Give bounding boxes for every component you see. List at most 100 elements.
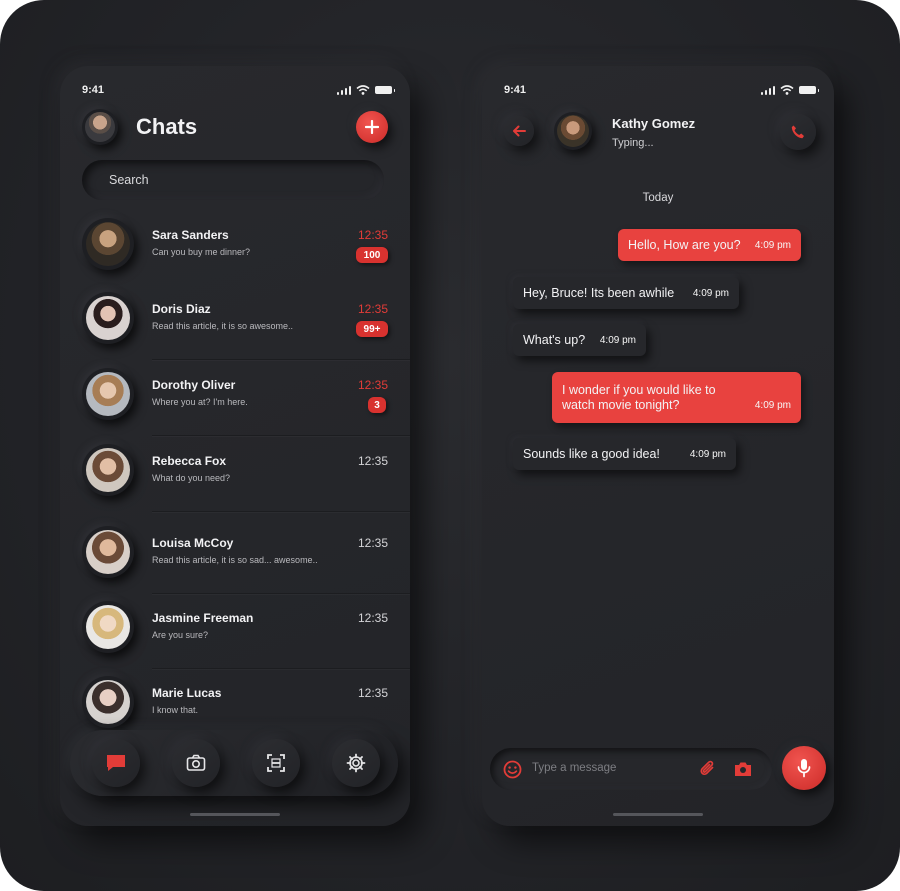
message-composer[interactable]: Type a message — [490, 748, 772, 790]
nav-camera-button[interactable] — [172, 739, 220, 787]
outgoing-message[interactable]: Hello, How are you? 4:09 pm — [618, 229, 801, 261]
message-text: Sounds like a good idea! — [523, 446, 660, 461]
chat-time: 12:35 — [357, 378, 388, 392]
chat-avatar — [82, 676, 134, 728]
contact-status: Typing... — [612, 137, 654, 149]
signal-icon — [760, 85, 775, 95]
paperclip-icon[interactable] — [698, 759, 718, 779]
message-text: I wonder if you would like to watch movi… — [562, 382, 716, 412]
camera-icon[interactable] — [733, 760, 753, 778]
chat-name: Marie Lucas — [152, 686, 222, 700]
gear-icon — [346, 753, 366, 773]
message-time: 4:09 pm — [692, 287, 729, 299]
chat-time: 12:35 — [357, 611, 388, 625]
divider — [152, 511, 410, 512]
plus-icon — [365, 120, 379, 134]
search-input[interactable]: Search — [82, 160, 384, 200]
bottom-nav — [70, 730, 398, 796]
chat-avatar — [82, 526, 134, 578]
home-indicator — [190, 813, 280, 816]
chat-preview: Read this article, it is so awesome.. — [152, 321, 294, 331]
chats-screen: 9:41 Chats Search Sara Sanders Can you bu… — [60, 66, 410, 826]
conversation-screen: 9:41 Kathy Gomez Typing... Today Hello, … — [482, 66, 834, 826]
chat-time: 12:35 — [357, 686, 388, 700]
chat-list-item[interactable]: Doris Diaz Read this article, it is so aw… — [60, 284, 410, 360]
chat-list-item[interactable]: Dorothy Oliver Where you at? I'm here. 12:… — [60, 360, 410, 436]
call-button[interactable] — [780, 114, 816, 150]
arrow-left-icon — [513, 125, 526, 137]
status-icons — [336, 85, 395, 95]
battery-icon — [799, 86, 819, 94]
chat-preview: Read this article, it is so sad... aweso… — [152, 555, 318, 565]
chat-name: Dorothy Oliver — [152, 378, 236, 392]
chat-preview: Can you buy me dinner? — [152, 247, 251, 257]
voice-record-button[interactable] — [782, 746, 826, 790]
conversation-header: Kathy Gomez Typing... — [502, 110, 816, 158]
page-title: Chats — [136, 114, 198, 139]
chat-time: 12:35 — [357, 536, 388, 550]
profile-avatar[interactable] — [82, 109, 118, 145]
chat-avatar — [82, 218, 134, 270]
chat-icon — [107, 755, 125, 771]
chat-avatar — [82, 601, 134, 653]
canvas: 9:41 Chats Search Sara Sanders Can you bu… — [0, 0, 900, 891]
outgoing-message[interactable]: I wonder if you would like to watch movi… — [552, 372, 801, 423]
chat-list-item[interactable]: Rebecca Fox What do you need? 12:35 — [60, 436, 410, 512]
unread-badge: 100 — [356, 247, 388, 263]
wifi-icon — [356, 85, 370, 95]
wifi-icon — [780, 85, 794, 95]
status-icons — [760, 85, 819, 95]
status-bar: 9:41 — [82, 82, 395, 98]
contact-avatar[interactable] — [554, 112, 592, 150]
unread-badge: 3 — [368, 397, 386, 413]
chat-avatar — [82, 292, 134, 344]
chat-name: Sara Sanders — [152, 228, 229, 242]
message-input[interactable]: Type a message — [532, 762, 616, 774]
chats-header: Chats — [82, 108, 388, 146]
message-time: 4:09 pm — [754, 400, 791, 411]
new-chat-button[interactable] — [356, 111, 388, 143]
status-bar: 9:41 — [504, 82, 819, 98]
chat-name: Doris Diaz — [152, 302, 211, 316]
incoming-message[interactable]: Sounds like a good idea! 4:09 pm — [513, 438, 736, 470]
chat-time: 12:35 — [357, 454, 388, 468]
incoming-message[interactable]: Hey, Bruce! Its been awhile 4:09 pm — [513, 277, 739, 309]
nav-settings-button[interactable] — [332, 739, 380, 787]
message-text: Hey, Bruce! Its been awhile — [523, 285, 675, 300]
chat-preview: Where you at? I'm here. — [152, 397, 248, 407]
chat-name: Jasmine Freeman — [152, 611, 254, 625]
chat-list-item[interactable]: Jasmine Freeman Are you sure? 12:35 — [60, 593, 410, 669]
message-time: 4:09 pm — [754, 239, 791, 251]
scan-icon — [267, 754, 285, 772]
chat-time: 12:35 — [357, 302, 388, 316]
incoming-message[interactable]: What's up? 4:09 pm — [513, 324, 646, 356]
chat-name: Rebecca Fox — [152, 454, 227, 468]
message-time: 4:09 pm — [599, 334, 636, 346]
chat-avatar — [82, 368, 134, 420]
status-time: 9:41 — [504, 84, 527, 96]
chat-list-item[interactable]: Louisa McCoy Read this article, it is so … — [60, 518, 410, 594]
chat-name: Louisa McCoy — [152, 536, 234, 550]
chat-time: 12:35 — [357, 228, 388, 242]
message-time: 4:09 pm — [689, 448, 726, 460]
message-text: Hello, How are you? — [628, 237, 741, 252]
nav-chats-button[interactable] — [92, 739, 140, 787]
date-divider: Today — [642, 192, 674, 204]
signal-icon — [336, 85, 351, 95]
contact-name: Kathy Gomez — [612, 116, 696, 131]
search-placeholder: Search — [109, 173, 149, 187]
nav-scan-button[interactable] — [252, 739, 300, 787]
unread-badge: 99+ — [356, 321, 388, 337]
camera-icon — [186, 754, 206, 771]
phone-icon — [791, 125, 804, 139]
chat-avatar — [82, 444, 134, 496]
chat-preview: Are you sure? — [152, 630, 209, 640]
emoji-icon[interactable] — [503, 760, 522, 779]
home-indicator — [613, 813, 703, 816]
chat-preview: What do you need? — [152, 473, 231, 483]
chat-preview: I know that. — [152, 705, 199, 715]
message-text: What's up? — [523, 332, 586, 347]
status-time: 9:41 — [82, 84, 105, 96]
chat-list-item[interactable]: Sara Sanders Can you buy me dinner? 12:35 1… — [60, 210, 410, 286]
back-button[interactable] — [504, 116, 534, 146]
